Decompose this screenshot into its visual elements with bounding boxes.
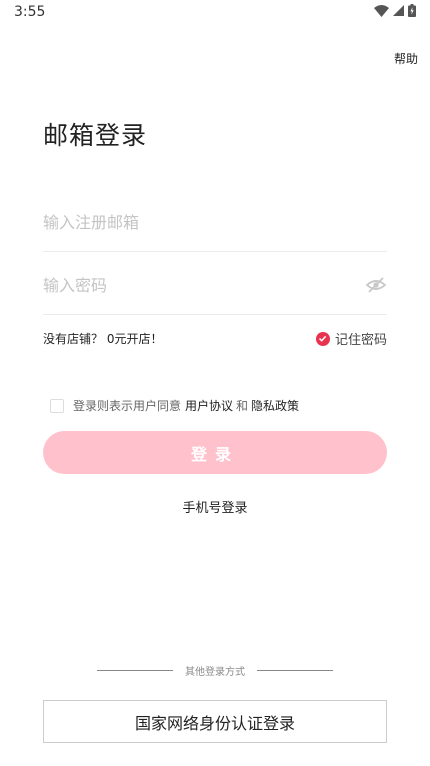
agreement-row: 登录则表示用户同意 用户协议 和 隐私政策 — [50, 397, 299, 414]
page-title: 邮箱登录 — [43, 121, 148, 150]
privacy-policy-link[interactable]: 隐私政策 — [251, 397, 299, 414]
email-field-row — [43, 193, 387, 252]
user-agreement-link[interactable]: 用户协议 — [185, 397, 233, 414]
open-shop-link[interactable]: 没有店铺？ 0元开店！ — [43, 330, 162, 347]
national-id-login-label: 国家网络身份认证登录 — [134, 713, 295, 733]
check-circle-icon — [315, 331, 330, 346]
agreement-checkbox[interactable] — [50, 398, 64, 413]
eye-closed-icon[interactable] — [365, 274, 387, 296]
battery-icon — [408, 4, 416, 17]
divider-line-right — [257, 670, 333, 671]
help-link[interactable]: 帮助 — [394, 50, 418, 67]
signal-icon — [393, 5, 404, 16]
status-icons — [374, 4, 416, 17]
other-login-divider: 其他登录方式 — [0, 663, 430, 678]
email-input[interactable] — [43, 193, 387, 251]
remember-password-label: 记住密码 — [334, 333, 387, 348]
phone-login-row: 手机号登录 — [0, 497, 430, 516]
password-input[interactable] — [43, 256, 353, 314]
phone-login-link[interactable]: 手机号登录 — [182, 501, 247, 516]
login-button-label: 登录 — [190, 444, 239, 464]
national-id-login-button[interactable]: 国家网络身份认证登录 — [43, 700, 387, 743]
other-login-label: 其他登录方式 — [185, 667, 245, 678]
remember-password-toggle[interactable]: 记住密码 — [315, 329, 387, 348]
agreement-and: 和 — [236, 399, 249, 413]
agreement-prefix: 登录则表示用户同意 — [73, 399, 182, 413]
status-time: 3:55 — [14, 4, 46, 20]
password-field-row — [43, 256, 387, 315]
divider-line-left — [97, 670, 173, 671]
login-button[interactable]: 登录 — [43, 431, 387, 474]
wifi-icon — [374, 4, 389, 17]
